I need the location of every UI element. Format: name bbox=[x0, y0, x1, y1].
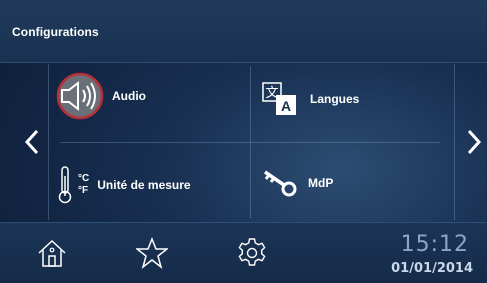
home-button[interactable] bbox=[34, 235, 70, 271]
settings-button[interactable] bbox=[234, 235, 270, 271]
celsius-label: °C bbox=[78, 173, 90, 184]
next-page-button[interactable] bbox=[462, 122, 486, 162]
tile-audio-label: Audio bbox=[112, 89, 146, 103]
clock-date: 01/01/2014 bbox=[391, 261, 473, 276]
thermometer-icon bbox=[58, 166, 72, 204]
tile-langues-label: Langues bbox=[310, 92, 360, 106]
home-icon bbox=[38, 239, 66, 267]
svg-text:A: A bbox=[281, 98, 291, 114]
footer-bar: 15:12 01/01/2014 bbox=[0, 222, 487, 283]
settings-grid: Audio 文 A Langues °C °F Unité de mesure bbox=[0, 62, 487, 222]
clock-time: 15:12 bbox=[400, 232, 469, 257]
previous-page-button[interactable] bbox=[20, 122, 44, 162]
tile-mdp[interactable]: MdP bbox=[262, 168, 333, 198]
grid-divider-right bbox=[454, 64, 455, 220]
tile-audio[interactable]: Audio bbox=[56, 72, 146, 120]
tile-unite-de-mesure[interactable]: °C °F Unité de mesure bbox=[58, 166, 191, 204]
header-bar: Configurations bbox=[0, 0, 487, 63]
tile-unite-label: Unité de mesure bbox=[97, 178, 191, 192]
key-icon bbox=[264, 170, 297, 197]
speaker-icon bbox=[56, 72, 104, 120]
favorites-button[interactable] bbox=[134, 235, 170, 271]
chevron-right-icon bbox=[467, 129, 482, 155]
grid-divider-middle bbox=[60, 142, 440, 143]
page-title: Configurations bbox=[12, 25, 99, 39]
tile-langues[interactable]: 文 A Langues bbox=[262, 82, 359, 116]
grid-divider-left bbox=[48, 64, 49, 220]
chevron-left-icon bbox=[24, 129, 39, 155]
fahrenheit-label: °F bbox=[78, 185, 89, 196]
star-icon bbox=[136, 237, 168, 269]
gear-icon bbox=[238, 238, 266, 266]
translate-icon: 文 A bbox=[262, 82, 296, 115]
tile-mdp-label: MdP bbox=[308, 176, 334, 190]
